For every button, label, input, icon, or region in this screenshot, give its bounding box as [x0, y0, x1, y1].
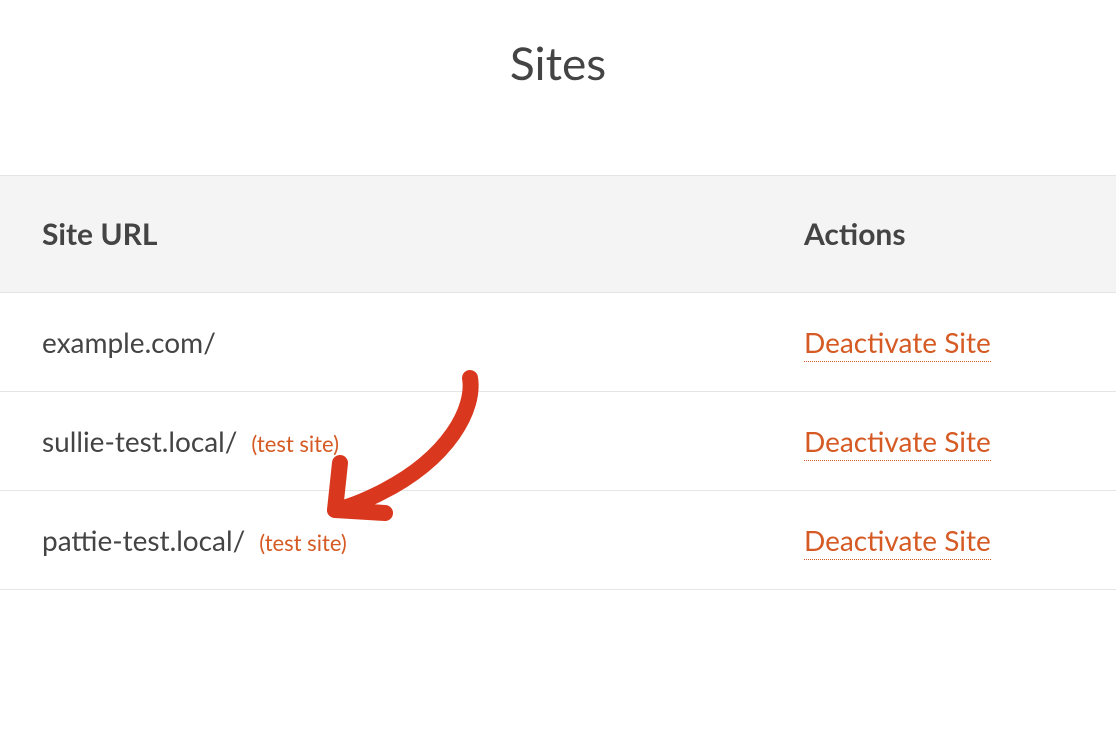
column-header-actions: Actions: [804, 216, 1074, 252]
page-title: Sites: [0, 35, 1116, 90]
deactivate-site-link[interactable]: Deactivate Site: [804, 523, 991, 560]
site-url-text: pattie-test.local/: [42, 523, 245, 557]
test-site-badge: (test site): [259, 529, 347, 556]
action-cell: Deactivate Site: [804, 523, 1074, 557]
table-row: pattie-test.local/ (test site) Deactivat…: [0, 491, 1116, 590]
site-url-text: example.com/: [42, 325, 216, 359]
action-cell: Deactivate Site: [804, 325, 1074, 359]
site-url-cell: sullie-test.local/ (test site): [42, 424, 804, 458]
deactivate-site-link[interactable]: Deactivate Site: [804, 325, 991, 362]
table-header: Site URL Actions: [0, 175, 1116, 293]
action-cell: Deactivate Site: [804, 424, 1074, 458]
deactivate-site-link[interactable]: Deactivate Site: [804, 424, 991, 461]
column-header-url: Site URL: [42, 216, 804, 252]
table-row: sullie-test.local/ (test site) Deactivat…: [0, 392, 1116, 491]
site-url-cell: example.com/: [42, 325, 804, 359]
table-row: example.com/ Deactivate Site: [0, 293, 1116, 392]
test-site-badge: (test site): [251, 430, 339, 457]
site-url-text: sullie-test.local/: [42, 424, 237, 458]
site-url-cell: pattie-test.local/ (test site): [42, 523, 804, 557]
